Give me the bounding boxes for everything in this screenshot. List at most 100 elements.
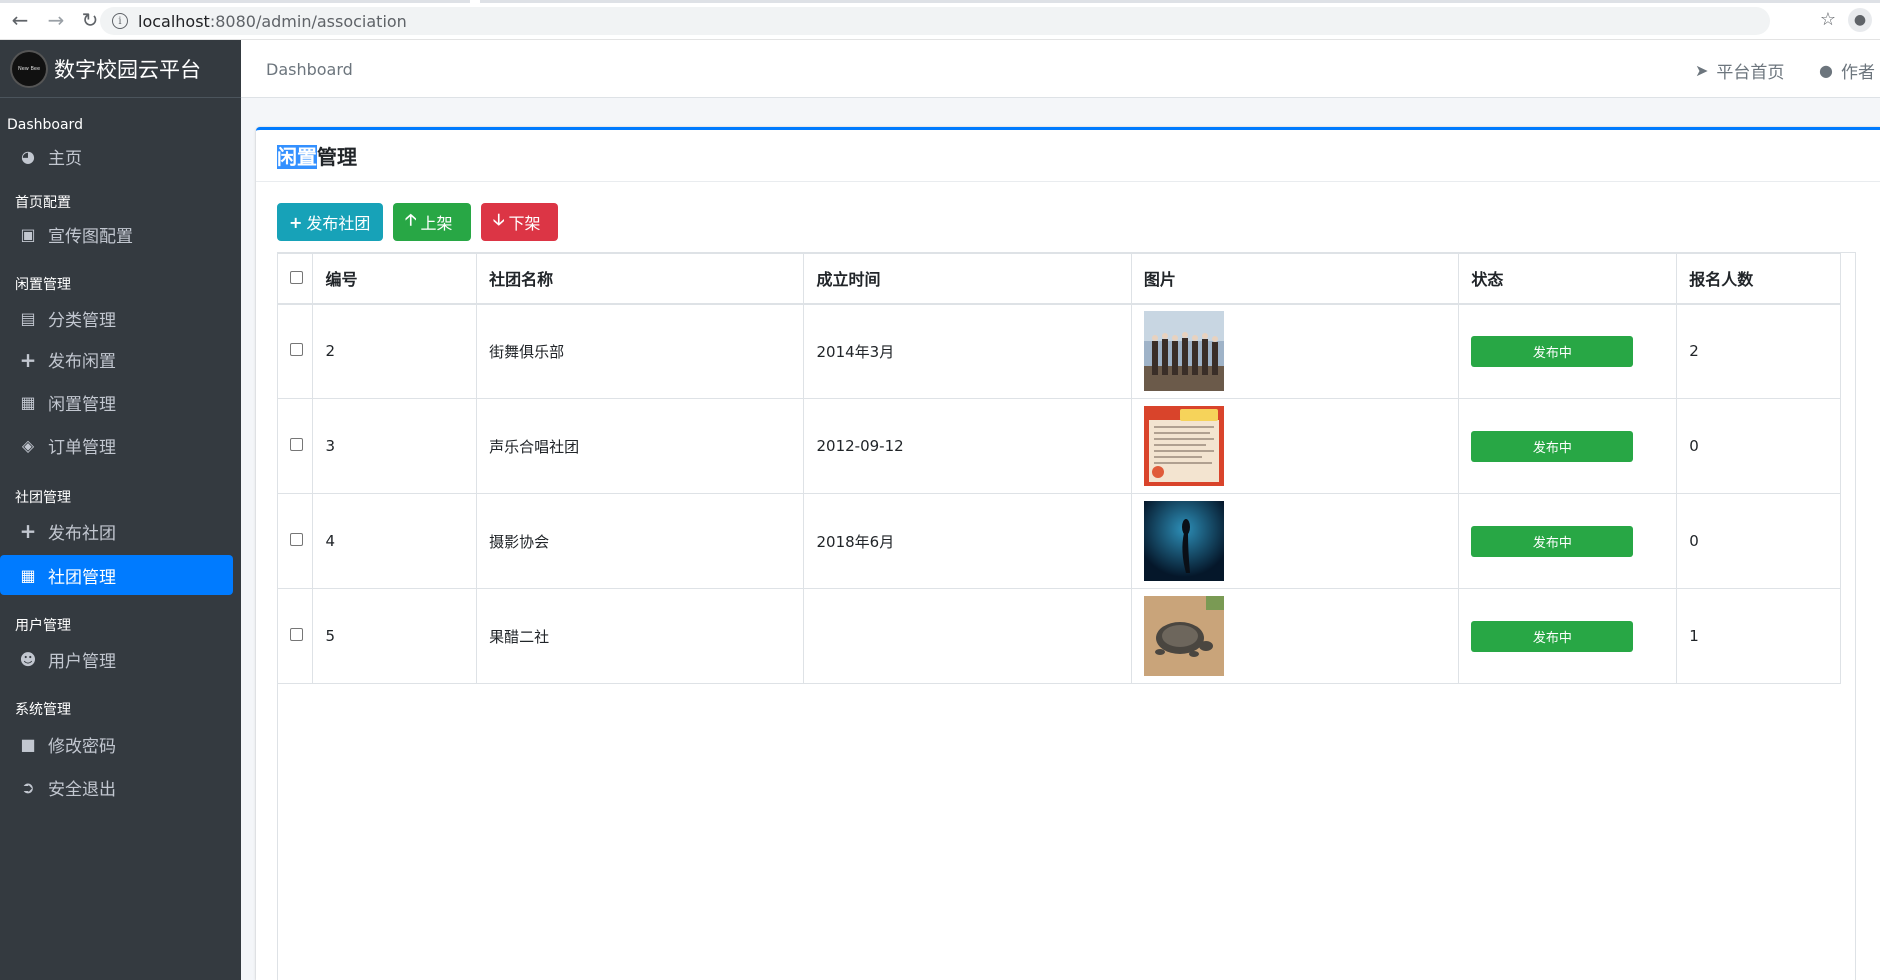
list-icon: ▤ <box>20 308 36 328</box>
cell-name: 声乐合唱社团 <box>476 398 805 494</box>
sidebar-item-logout[interactable]: ➲ 安全退出 <box>0 766 233 809</box>
cell-founded: 2014年3月 <box>803 303 1132 399</box>
browser-toolbar: ← → ↻ i localhost:8080/admin/association… <box>0 0 1880 40</box>
sidebar-item-label: 安全退出 <box>48 780 116 800</box>
dark-figure-thumbnail <box>1143 501 1224 581</box>
back-icon[interactable]: ← <box>0 0 40 40</box>
brand-link[interactable]: New Bee 数字校园云平台 <box>0 40 241 98</box>
row-checkbox[interactable] <box>290 343 303 357</box>
brand-text: 数字校园云平台 <box>54 57 201 82</box>
address-bar[interactable]: i localhost:8080/admin/association <box>100 7 1770 35</box>
group-photo-thumbnail <box>1143 311 1224 392</box>
sidebar-item-user-manage[interactable]: ☻ 用户管理 <box>0 639 233 679</box>
table-header-row: 编号 社团名称 成立时间 图片 状态 报名人数 <box>278 253 1841 305</box>
sidebar-item-publish-association[interactable]: + 发布社团 <box>0 511 233 551</box>
cell-count: 0 <box>1676 398 1841 494</box>
sidebar-item-label: 订单管理 <box>48 438 116 458</box>
sidebar-item-orders[interactable]: ◈ 订单管理 <box>0 424 233 467</box>
table-row[interactable]: 5 果醋二社 发布中 1 <box>278 588 1841 684</box>
sidebar-item-association-manage[interactable]: ▦ 社团管理 <box>0 555 233 595</box>
table-row[interactable]: 2 街舞俱乐部 2014年3月 发布中 2 <box>278 303 1841 399</box>
nav-header-users: 用户管理 <box>15 618 71 634</box>
cell-founded <box>803 588 1132 684</box>
breadcrumb[interactable]: Dashboard <box>266 60 353 79</box>
card-title: 闲置管理 <box>277 145 357 169</box>
sidebar-item-label: 修改密码 <box>48 737 116 757</box>
row-checkbox[interactable] <box>290 533 303 546</box>
table-row[interactable]: 3 声乐合唱社团 2012-09-12 发布中 0 <box>278 398 1841 494</box>
col-header-name: 社团名称 <box>476 253 805 305</box>
platform-home-link[interactable]: ➤ 平台首页 <box>1695 58 1784 83</box>
users-icon: ☻ <box>19 649 37 669</box>
shelve-up-button[interactable]: 🡡 上架 <box>393 203 471 241</box>
status-badge[interactable]: 发布中 <box>1471 525 1634 557</box>
sidebar-item-publish-idle[interactable]: + 发布闲置 <box>0 338 233 381</box>
cell-image <box>1130 398 1460 494</box>
paper-plane-icon: ➤ <box>1695 61 1709 80</box>
profile-icon[interactable]: ● <box>1848 8 1872 32</box>
col-header-id: 编号 <box>312 253 478 305</box>
nav-header-homepage-config: 首页配置 <box>15 195 71 211</box>
image-icon: ▣ <box>20 224 36 244</box>
info-icon[interactable]: i <box>112 13 128 29</box>
top-navbar: Dashboard ➤ 平台首页 ● 作者 <box>241 40 1880 98</box>
arrow-down-icon: 🡣 <box>493 209 505 229</box>
status-badge[interactable]: 发布中 <box>1471 335 1634 367</box>
row-checkbox[interactable] <box>290 628 303 641</box>
sidebar-item-label: 宣传图配置 <box>48 226 133 247</box>
author-label: 作者 <box>1840 63 1875 83</box>
cell-count: 0 <box>1676 493 1841 589</box>
cell-founded: 2012-09-12 <box>803 398 1132 494</box>
association-table-container: 编号 社团名称 成立时间 图片 状态 报名人数 2 街舞俱乐部 2014年3月 <box>277 252 1856 980</box>
table-row[interactable]: 4 摄影协会 2018年6月 发布中 0 <box>278 493 1841 589</box>
author-link[interactable]: ● 作者 <box>1819 58 1875 83</box>
association-table: 编号 社团名称 成立时间 图片 状态 报名人数 2 街舞俱乐部 2014年3月 <box>278 253 1841 684</box>
lock-icon: ■ <box>20 735 36 754</box>
sidebar-item-label: 发布社团 <box>48 523 116 544</box>
url-text: localhost:8080/admin/association <box>138 11 407 31</box>
arrow-up-icon: 🡡 <box>405 209 417 229</box>
shelve-down-button[interactable]: 🡣 下架 <box>481 203 558 241</box>
sidebar-item-change-password[interactable]: ■ 修改密码 <box>0 723 233 766</box>
cell-id: 2 <box>312 303 478 399</box>
sidebar-item-label: 分类管理 <box>48 310 116 331</box>
cell-id: 3 <box>312 398 478 494</box>
cell-name: 街舞俱乐部 <box>476 303 805 399</box>
poster-thumbnail <box>1143 406 1224 486</box>
sidebar-item-label: 社团管理 <box>48 567 116 588</box>
sidebar-item-idle-manage[interactable]: ▦ 闲置管理 <box>0 381 233 424</box>
col-header-status: 状态 <box>1458 253 1678 305</box>
nav-header-dashboard: Dashboard <box>7 117 83 133</box>
brand-logo: New Bee <box>12 51 46 86</box>
sign-out-icon: ➲ <box>21 778 35 797</box>
status-badge[interactable]: 发布中 <box>1471 430 1634 462</box>
cell-name: 摄影协会 <box>476 493 805 589</box>
bookmark-star-icon[interactable]: ☆ <box>1820 9 1836 30</box>
cell-name: 果醋二社 <box>476 588 805 684</box>
action-toolbar: + 发布社团 🡡 上架 🡣 下架 <box>277 203 558 241</box>
association-card: 闲置管理 + 发布社团 🡡 上架 🡣 下架 编号 社团名称 成立时间 图片 状态… <box>256 127 1880 980</box>
select-all-cell <box>278 253 314 305</box>
cell-count: 2 <box>1676 303 1841 399</box>
plus-icon: + <box>19 347 37 372</box>
dashboard-icon: ◕ <box>21 146 35 166</box>
publish-association-button[interactable]: + 发布社团 <box>277 203 383 241</box>
archive-icon: ▦ <box>20 565 36 585</box>
sidebar-item-label: 主页 <box>48 148 82 169</box>
col-header-image: 图片 <box>1130 253 1460 305</box>
cell-founded: 2018年6月 <box>803 493 1132 589</box>
cell-id: 5 <box>312 588 478 684</box>
sidebar-item-home[interactable]: ◕ 主页 <box>0 136 233 176</box>
sidebar-item-category[interactable]: ▤ 分类管理 <box>0 298 233 338</box>
nav-header-idle: 闲置管理 <box>15 277 71 293</box>
select-all-checkbox[interactable] <box>290 270 303 284</box>
sidebar: New Bee 数字校园云平台 Dashboard ◕ 主页 首页配置 ▣ 宣传… <box>0 40 241 980</box>
cell-count: 1 <box>1676 588 1841 684</box>
nav-header-system: 系统管理 <box>15 702 71 718</box>
status-badge[interactable]: 发布中 <box>1471 620 1634 652</box>
row-checkbox[interactable] <box>290 438 303 451</box>
col-header-founded: 成立时间 <box>803 253 1132 305</box>
sidebar-item-label: 发布闲置 <box>48 352 116 372</box>
sidebar-item-banner-config[interactable]: ▣ 宣传图配置 <box>0 214 233 254</box>
turtle-thumbnail <box>1143 596 1224 676</box>
